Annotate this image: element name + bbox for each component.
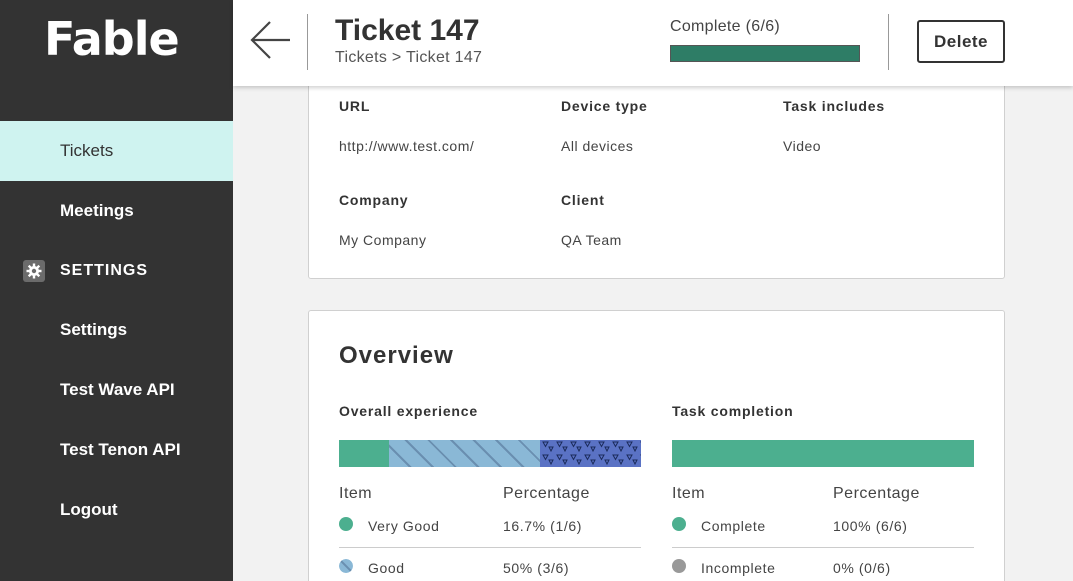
delete-button[interactable]: Delete <box>917 20 1005 63</box>
sidebar-item-label: Test Tenon API <box>60 440 181 459</box>
sidebar-item-test-tenon-api[interactable]: Test Tenon API <box>0 420 233 480</box>
logo: Fable <box>44 12 180 66</box>
sidebar-item-settings[interactable]: Settings <box>0 300 233 360</box>
row-label: Good <box>368 560 405 576</box>
device-type-label: Device type <box>561 98 648 114</box>
sidebar-item-label: Logout <box>60 500 118 519</box>
row-divider <box>672 547 974 548</box>
progress-fill <box>671 46 859 61</box>
sidebar-item-meetings[interactable]: Meetings <box>0 181 233 241</box>
complete-swatch <box>672 517 686 531</box>
overview-card: Overview Overall experience Item Percent… <box>308 310 1005 581</box>
sidebar-item-label: Meetings <box>60 201 134 220</box>
arrow-left-icon <box>250 21 290 59</box>
column-header-item: Item <box>339 485 373 502</box>
task-completion-title: Task completion <box>672 403 794 419</box>
client-label: Client <box>561 192 605 208</box>
overview-title: Overview <box>339 342 454 369</box>
divider <box>888 14 889 70</box>
sidebar-item-label: Test Wave API <box>60 380 175 399</box>
section-label: SETTINGS <box>60 262 149 279</box>
client-value: QA Team <box>561 232 622 248</box>
sidebar-item-logout[interactable]: Logout <box>0 480 233 540</box>
sidebar: Fable Tickets Meetings SETTINGS Settings… <box>0 0 233 581</box>
back-button[interactable] <box>248 18 294 62</box>
task-completion-bar <box>672 440 974 467</box>
very-good-swatch <box>339 517 353 531</box>
page-title: Ticket 147 <box>335 14 480 47</box>
task-includes-value: Video <box>783 138 822 154</box>
details-card: URL http://www.test.com/ Device type All… <box>308 60 1005 279</box>
row-percentage: 0% (0/6) <box>833 560 891 576</box>
breadcrumb: Tickets > Ticket 147 <box>335 49 483 66</box>
column-header-item: Item <box>672 485 706 502</box>
row-percentage: 50% (3/6) <box>503 560 570 576</box>
url-value: http://www.test.com/ <box>339 138 475 154</box>
incomplete-swatch <box>672 559 686 573</box>
row-label: Complete <box>701 518 766 534</box>
sidebar-item-label: Tickets <box>60 141 114 160</box>
sidebar-item-tickets[interactable]: Tickets <box>0 121 233 181</box>
bar-segment <box>672 440 974 467</box>
bar-segment <box>540 440 641 467</box>
task-includes-label: Task includes <box>783 98 885 114</box>
sidebar-item-label: Settings <box>60 320 128 339</box>
row-percentage: 100% (6/6) <box>833 518 908 534</box>
page-header: Ticket 147 Tickets > Ticket 147 Complete… <box>233 0 1073 86</box>
row-divider <box>339 547 641 548</box>
company-value: My Company <box>339 232 427 248</box>
company-label: Company <box>339 192 409 208</box>
column-header-percentage: Percentage <box>833 485 920 502</box>
progress-bar <box>670 45 860 62</box>
bar-segment <box>389 440 541 467</box>
overall-experience-title: Overall experience <box>339 403 478 419</box>
progress-label: Complete (6/6) <box>670 18 781 35</box>
sidebar-section-settings: SETTINGS <box>0 253 233 289</box>
row-percentage: 16.7% (1/6) <box>503 518 582 534</box>
gear-icon <box>23 260 45 282</box>
device-type-value: All devices <box>561 138 634 154</box>
column-header-percentage: Percentage <box>503 485 590 502</box>
good-swatch <box>339 559 353 573</box>
overall-experience-bar <box>339 440 641 467</box>
sidebar-item-test-wave-api[interactable]: Test Wave API <box>0 360 233 420</box>
bar-segment <box>339 440 390 467</box>
divider <box>307 14 308 70</box>
row-label: Very Good <box>368 518 440 534</box>
url-label: URL <box>339 98 371 114</box>
row-label: Incomplete <box>701 560 776 576</box>
